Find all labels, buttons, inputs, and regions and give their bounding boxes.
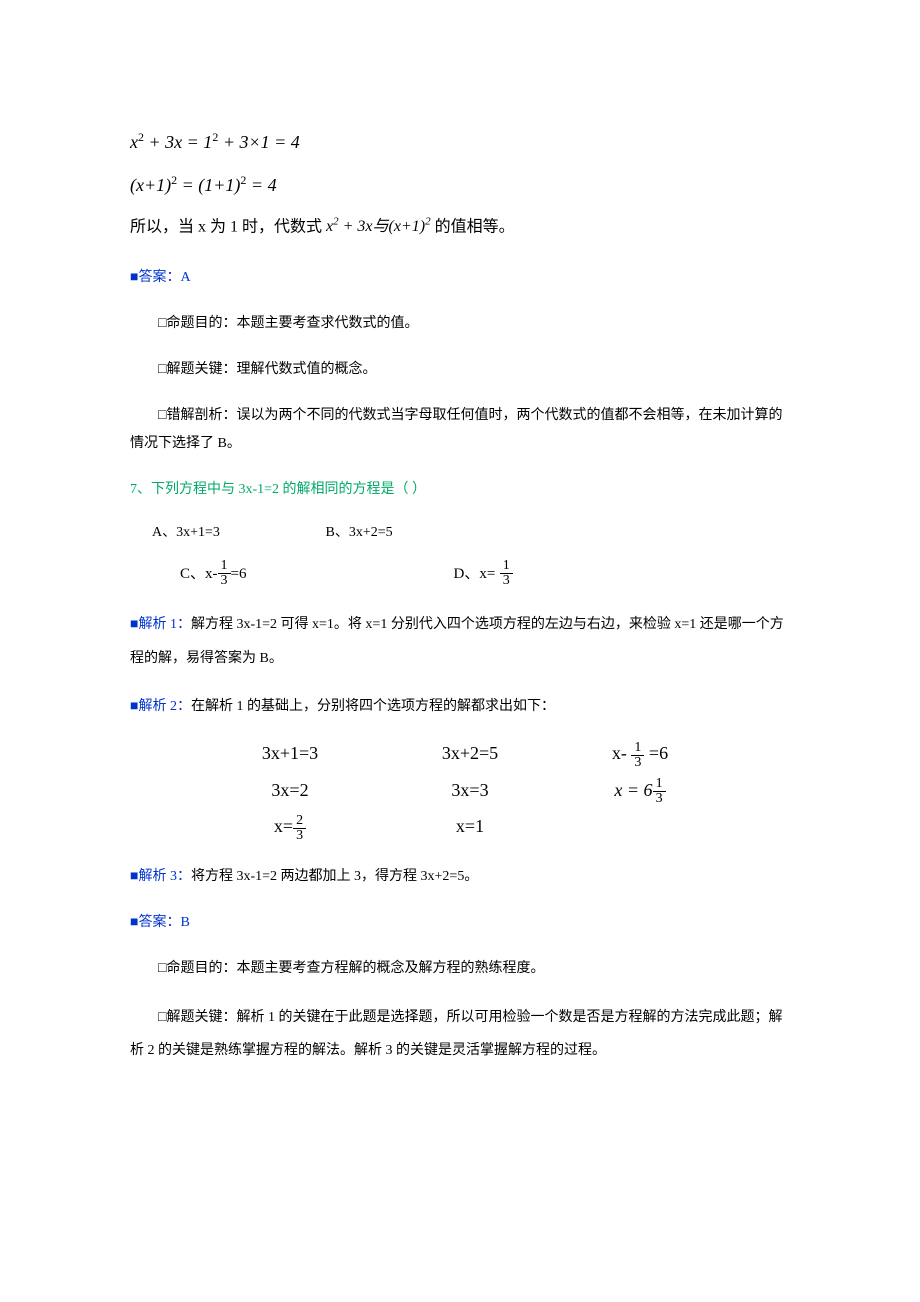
q7-option-d: D、x= 13 <box>454 558 513 588</box>
purpose-7-label: □命题目的： <box>158 961 236 976</box>
conclusion-math: x2 + 3x与(x+1)2 <box>326 218 431 235</box>
cell-r1c1: 3x+1=3 <box>200 739 380 769</box>
table-row: 3x=2 3x=3 x = 613 <box>200 776 790 806</box>
key-7-label: □解题关键： <box>158 1010 236 1025</box>
cell-r2c1: 3x=2 <box>200 776 380 806</box>
cell-r1c2: 3x+2=5 <box>380 739 560 769</box>
analysis-1-label: ■解析 1： <box>130 617 191 632</box>
cell-r1c3: x- 13 =6 <box>560 739 720 769</box>
frac-1-3-c: 13 <box>218 559 231 588</box>
analysis-2-label: ■解析 2： <box>130 699 191 714</box>
answer-6: ■答案：A <box>130 264 790 292</box>
table-row: x=23 x=1 <box>200 812 790 842</box>
conclusion-line: 所以，当 x 为 1 时，代数式 x2 + 3x与(x+1)2 的值相等。 <box>130 214 790 240</box>
cell-r3c1: x=23 <box>200 812 380 842</box>
analysis-3-label: ■解析 3： <box>130 869 191 884</box>
analysis-1-text: 解方程 3x-1=2 可得 x=1。将 x=1 分别代入四个选项方程的左边与右边… <box>130 617 784 666</box>
cell-r3c3 <box>560 812 720 842</box>
q7-option-b: B、3x+2=5 <box>326 525 393 540</box>
purpose-7-text: 本题主要考查方程解的概念及解方程的熟练程度。 <box>236 961 544 976</box>
answer-7: ■答案：B <box>130 909 790 937</box>
purpose-6-label: □命题目的： <box>158 316 236 331</box>
q7-options-row1: A、3x+1=3 B、3x+2=5 <box>152 522 790 544</box>
frac-1-3-t1: 13 <box>631 741 644 770</box>
key-6-text: 理解代数式值的概念。 <box>236 362 376 377</box>
opt-d-prefix: D、x= <box>454 566 496 582</box>
conclusion-prefix: 所以，当 x 为 1 时，代数式 <box>130 218 326 235</box>
key-7: □解题关键：解析 1 的关键在于此题是选择题，所以可用检验一个数是否是方程解的方… <box>130 1001 790 1068</box>
error-6-label: □错解剖析： <box>158 408 236 423</box>
equation-1: x2 + 3x = 12 + 3×1 = 4 <box>130 128 790 157</box>
eq1-text: x2 + 3x = 12 + 3×1 = 4 <box>130 132 300 152</box>
analysis-3: ■解析 3：将方程 3x-1=2 两边都加上 3，得方程 3x+2=5。 <box>130 863 790 891</box>
purpose-6: □命题目的：本题主要考查求代数式的值。 <box>130 310 790 338</box>
eq2-text: (x+1)2 = (1+1)2 = 4 <box>130 175 277 195</box>
cell-r2c3: x = 613 <box>560 776 720 806</box>
opt-c-suffix: =6 <box>231 566 247 582</box>
q7-text: 下列方程中与 3x-1=2 的解相同的方程是（ ） <box>151 482 426 497</box>
cell-r3c2: x=1 <box>380 812 560 842</box>
key-6-label: □解题关键： <box>158 362 236 377</box>
table-row: 3x+1=3 3x+2=5 x- 13 =6 <box>200 739 790 769</box>
frac-1-3-d: 13 <box>500 559 513 588</box>
document-page: x2 + 3x = 12 + 3×1 = 4 (x+1)2 = (1+1)2 =… <box>0 0 920 1146</box>
analysis-2: ■解析 2：在解析 1 的基础上，分别将四个选项方程的解都求出如下： <box>130 693 790 721</box>
q7-number: 7、 <box>130 482 151 497</box>
purpose-6-text: 本题主要考查求代数式的值。 <box>236 316 418 331</box>
key-6: □解题关键：理解代数式值的概念。 <box>130 356 790 384</box>
question-7: 7、下列方程中与 3x-1=2 的解相同的方程是（ ） <box>130 476 790 504</box>
cell-r2c2: 3x=3 <box>380 776 560 806</box>
frac-1-3-t2: 13 <box>653 777 666 806</box>
q7-options-row2: C、x-13=6 D、x= 13 <box>180 558 790 588</box>
purpose-7: □命题目的：本题主要考查方程解的概念及解方程的熟练程度。 <box>130 955 790 983</box>
opt-c-prefix: C、x- <box>180 566 218 582</box>
analysis-3-text: 将方程 3x-1=2 两边都加上 3，得方程 3x+2=5。 <box>191 869 478 884</box>
frac-2-3: 23 <box>293 814 306 843</box>
conclusion-suffix: 的值相等。 <box>431 218 515 235</box>
q7-option-c: C、x-13=6 <box>180 558 450 588</box>
q7-option-a: A、3x+1=3 <box>152 522 322 544</box>
analysis-1: ■解析 1：解方程 3x-1=2 可得 x=1。将 x=1 分别代入四个选项方程… <box>130 608 790 675</box>
analysis-2-text: 在解析 1 的基础上，分别将四个选项方程的解都求出如下： <box>191 699 555 714</box>
solutions-table: 3x+1=3 3x+2=5 x- 13 =6 3x=2 3x=3 x = 613… <box>200 739 790 842</box>
error-6: □错解剖析：误以为两个不同的代数式当字母取任何值时，两个代数式的值都不会相等，在… <box>130 402 790 458</box>
equation-2: (x+1)2 = (1+1)2 = 4 <box>130 171 790 200</box>
